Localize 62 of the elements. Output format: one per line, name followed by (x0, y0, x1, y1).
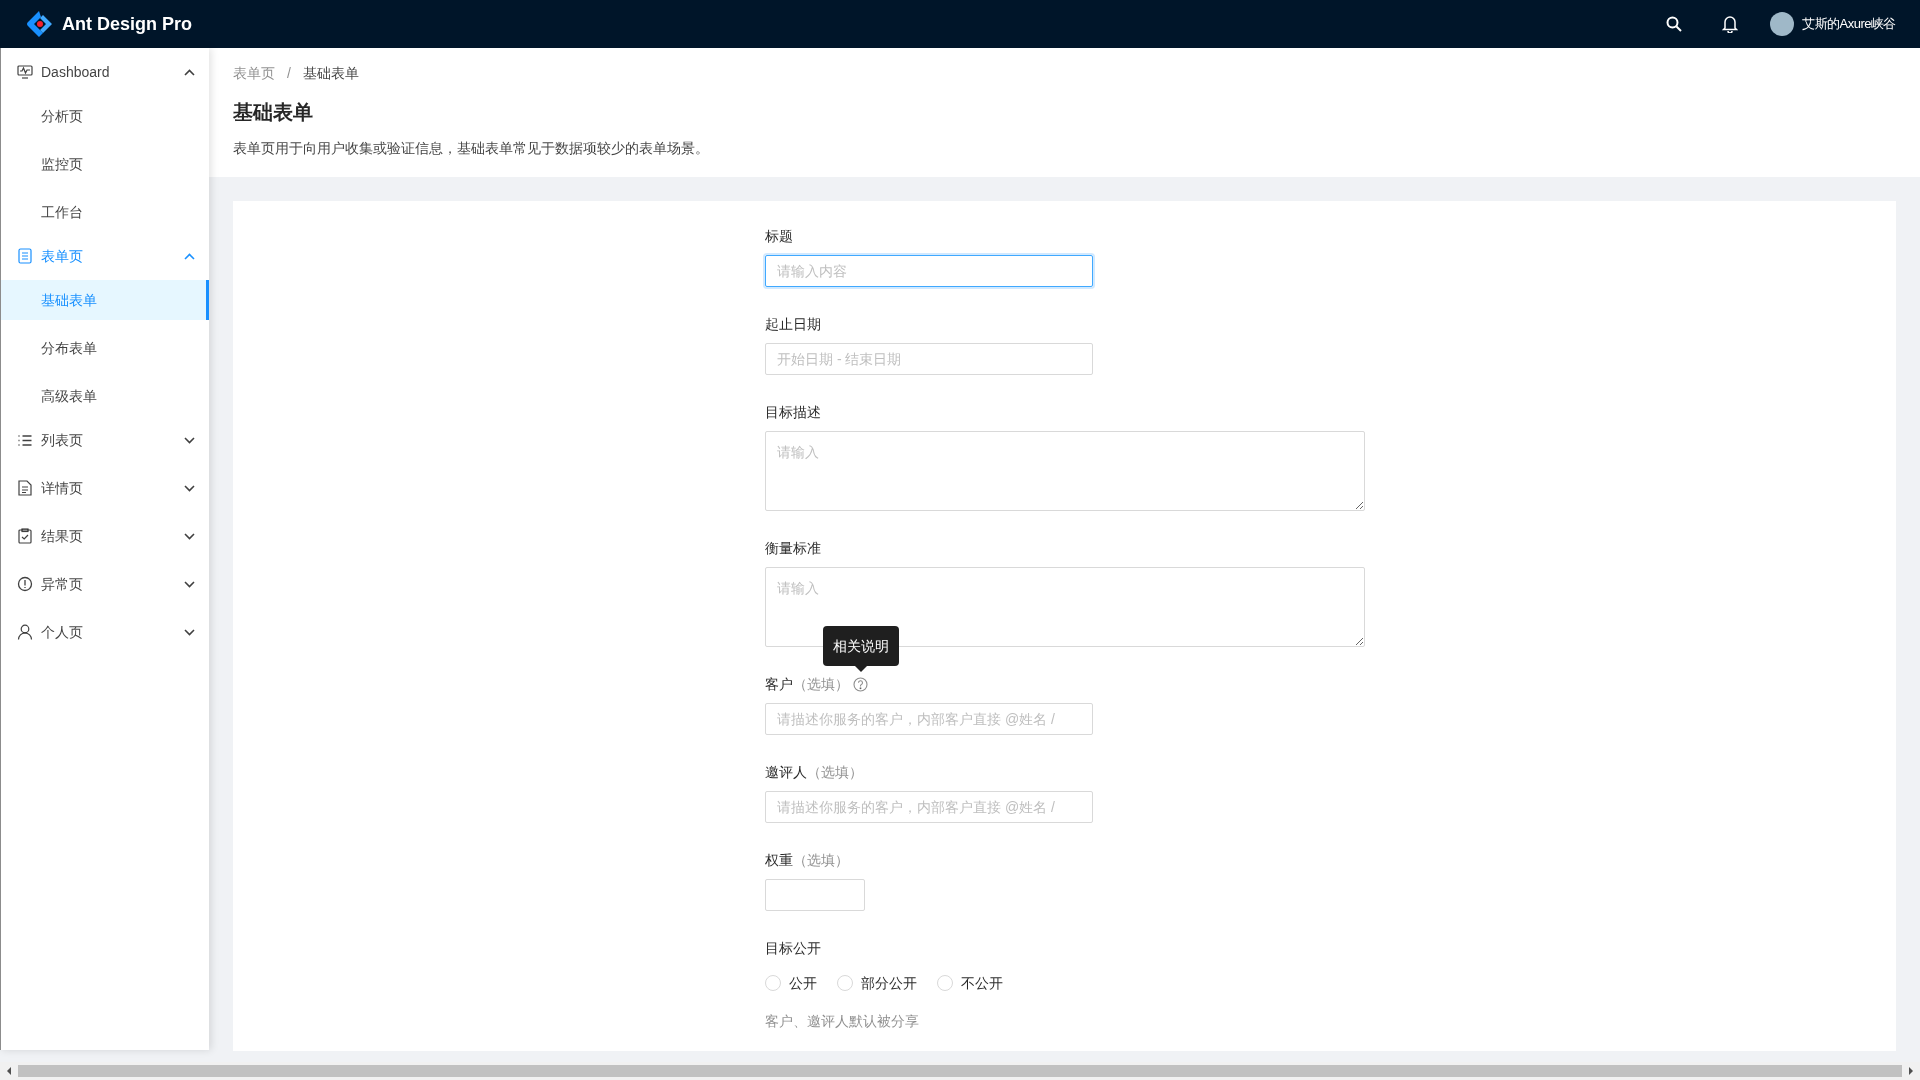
app-title: Ant Design Pro (62, 12, 192, 36)
tooltip-arrow (854, 665, 867, 672)
help-icon[interactable] (853, 676, 868, 692)
submenu-item[interactable]: 监控页 (1, 144, 209, 184)
page-title: 基础表单 (233, 100, 314, 125)
text-input[interactable]: 开始日期 - 结束日期 (765, 343, 1093, 375)
help-text: 客户、邀评人默认被分享 (765, 1012, 920, 1031)
breadcrumb-separator: / (287, 63, 291, 83)
breadcrumb-current: 基础表单 (302, 63, 359, 83)
user-icon (17, 624, 33, 640)
submenu-item[interactable]: 工作台 (1, 192, 209, 232)
search-button[interactable] (1666, 16, 1683, 32)
chevron-down-icon (184, 436, 195, 444)
radio-option[interactable]: 不公开 (937, 972, 1003, 994)
submenu-item[interactable]: 高级表单 (1, 376, 209, 416)
chevron-down-icon (184, 532, 195, 540)
field-label: 标题 (765, 226, 793, 246)
user-name[interactable]: 艾斯的Axure峡谷 (1802, 14, 1896, 34)
field-label: 邀评人 (765, 762, 807, 782)
horizontal-scrollbar[interactable] (0, 1062, 1920, 1080)
chevron-up-icon (184, 68, 195, 76)
page-description: 表单页用于向用户收集或验证信息，基础表单常见于数据项较少的表单场景。 (233, 139, 710, 158)
user-avatar[interactable] (1770, 12, 1795, 36)
chevron-down-icon (184, 484, 195, 492)
list-icon (17, 433, 33, 447)
text-area[interactable]: 请输入 (765, 431, 1365, 511)
form-icon (17, 248, 33, 264)
monitor-icon (17, 65, 33, 79)
radio-option[interactable]: 部分公开 (837, 972, 917, 994)
chevron-down-icon (184, 628, 195, 636)
radio-option[interactable]: 公开 (765, 972, 817, 994)
submenu-item[interactable]: 分布表单 (1, 328, 209, 368)
menu-item[interactable]: 个人页 (1, 608, 209, 656)
exclamation-circle-icon (17, 576, 33, 592)
menu-item[interactable]: 列表页 (1, 416, 209, 464)
menu-item[interactable]: Dashboard (1, 48, 209, 96)
search-icon (1666, 16, 1683, 32)
optional-note: （选填） (793, 850, 849, 870)
field-label: 目标公开 (765, 938, 821, 958)
clipboard-check-icon (17, 528, 33, 544)
menu-item[interactable]: 异常页 (1, 560, 209, 608)
chevron-down-icon (184, 580, 195, 588)
logo-icon (24, 9, 54, 39)
text-input[interactable]: 请描述你服务的客户，内部客户直接 @姓名 / (765, 703, 1093, 735)
menu-item[interactable]: 详情页 (1, 464, 209, 512)
number-input[interactable] (765, 879, 865, 911)
tooltip: 相关说明 (822, 625, 899, 666)
notification-button[interactable] (1722, 15, 1739, 33)
text-input[interactable]: 请输入内容 (765, 255, 1093, 287)
text-input[interactable]: 请描述你服务的客户，内部客户直接 @姓名 / (765, 791, 1093, 823)
field-label: 起止日期 (765, 314, 821, 334)
field-label: 权重 (765, 850, 793, 870)
optional-note: （选填） (793, 674, 849, 694)
menu-item[interactable]: 结果页 (1, 512, 209, 560)
optional-note: （选填） (807, 762, 863, 782)
bell-icon (1722, 15, 1739, 33)
document-icon (17, 480, 33, 496)
field-label: 目标描述 (765, 402, 821, 422)
chevron-up-icon (184, 252, 195, 260)
field-label: 衡量标准 (765, 538, 821, 558)
submenu-item[interactable]: 分析页 (1, 96, 209, 136)
field-label: 客户 (765, 674, 793, 694)
